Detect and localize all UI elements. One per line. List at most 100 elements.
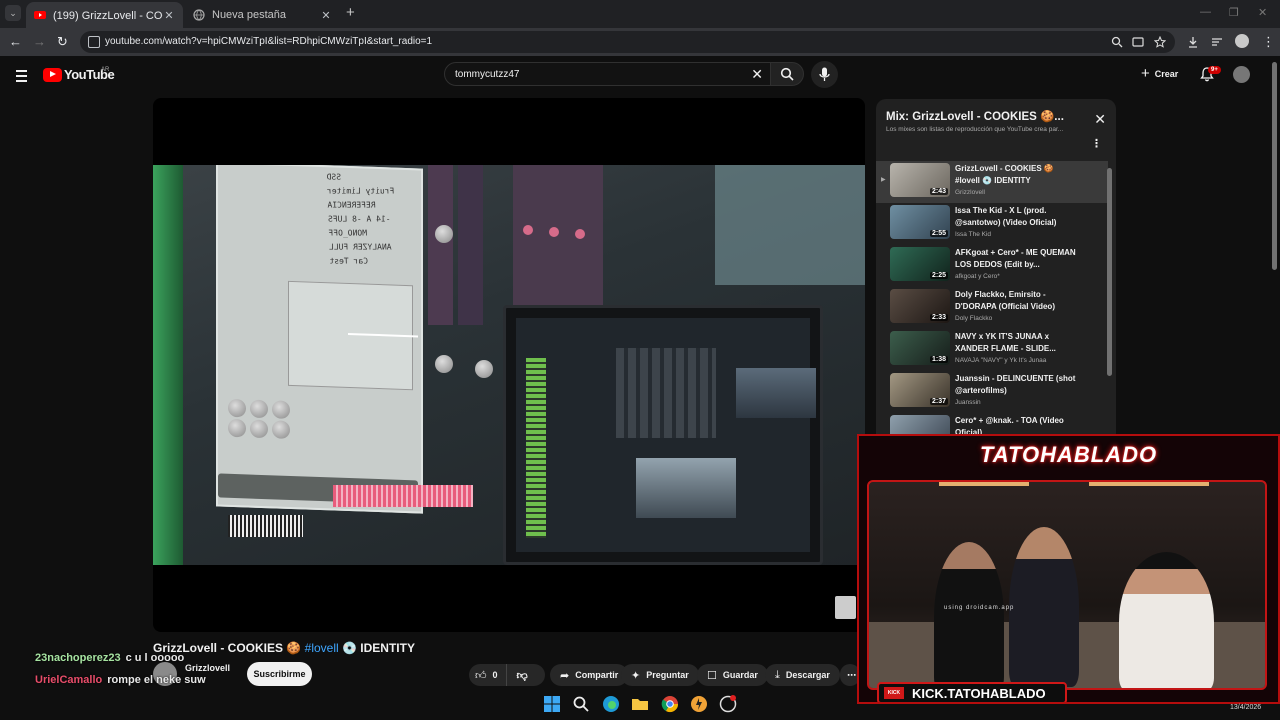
create-label: Crear — [1154, 68, 1179, 79]
webcam-person — [934, 542, 1004, 688]
save-button[interactable]: ☐ Guardar — [697, 664, 768, 686]
video-scene-text: SSD Fruity Limiter REFERENCIA -14 A -8 L… — [326, 172, 395, 266]
more-icon: ⋯ — [847, 669, 856, 680]
video-scene-detail: SSD Fruity Limiter REFERENCIA -14 A -8 L… — [216, 165, 423, 514]
search-icon[interactable] — [572, 695, 590, 713]
close-tab-icon[interactable]: ✕ — [320, 9, 332, 22]
profile-avatar-icon[interactable] — [1235, 34, 1249, 48]
playlist-menu-icon[interactable]: ⋮ — [1091, 139, 1102, 150]
video-duration: 2:55 — [929, 230, 948, 237]
notification-count-badge: 9+ — [1208, 66, 1221, 74]
video-scene-detail — [153, 165, 183, 565]
close-playlist-icon[interactable]: ✕ — [1094, 111, 1106, 128]
search-button[interactable] — [770, 62, 804, 86]
minimize-icon[interactable]: — — [1200, 6, 1211, 18]
search-input[interactable]: tommycutzz47 ✕ — [444, 62, 771, 86]
webcam-person — [1119, 552, 1214, 688]
reading-list-icon[interactable] — [1211, 36, 1223, 48]
tab-strip: ⌄ (199) GrizzLovell - COOKIES 🍪 ✕ Nueva … — [0, 0, 1280, 28]
tab-title: Nueva pestaña — [212, 9, 286, 21]
video-scene-detail — [475, 360, 493, 378]
edge-browser-icon[interactable] — [602, 695, 620, 713]
account-avatar[interactable] — [1233, 66, 1250, 83]
hashtag-link[interactable]: #lovell — [305, 641, 339, 655]
obs-icon[interactable] — [719, 695, 737, 713]
like-button[interactable]: 👍︎ 0 — [469, 664, 507, 686]
new-tab-button[interactable]: + — [346, 5, 355, 20]
video-duration: 2:33 — [929, 314, 948, 321]
playlist-item-title: AFKgoat + Cero* - ME QUEMAN LOS DEDOS (E… — [955, 248, 1076, 269]
video-frame: SSD Fruity Limiter REFERENCIA -14 A -8 L… — [153, 165, 865, 565]
zoom-icon[interactable] — [1111, 36, 1123, 48]
video-corner-thumbnail — [835, 596, 856, 619]
video-duration: 2:25 — [929, 272, 948, 279]
plus-icon: + — [1141, 65, 1150, 82]
restore-icon[interactable]: ❐ — [1229, 6, 1239, 19]
file-explorer-icon[interactable] — [631, 695, 649, 713]
playlist-item-title: Juanssin - DELINCUENTE (shot @arterofilm… — [955, 374, 1076, 395]
playlist-item[interactable]: 1:38 NAVY x YK IT'S JUNAA x XANDER FLAME… — [876, 329, 1108, 371]
video-scene-detail — [458, 165, 483, 325]
channel-name[interactable]: Grizzlovell — [185, 663, 230, 673]
share-label: Compartir — [575, 670, 619, 680]
tab-search-icon[interactable]: ⌄ — [5, 5, 21, 21]
webcam-feed: using droidcam.app — [867, 480, 1267, 690]
download-button[interactable]: ⤓ Descargar — [765, 664, 840, 686]
address-bar[interactable]: youtube.com/watch?v=hpiCMWziTpI&list=RDh… — [80, 31, 1175, 53]
app-icon[interactable] — [690, 695, 708, 713]
download-icon: ⤓ — [775, 668, 780, 681]
clear-search-icon[interactable]: ✕ — [751, 66, 763, 83]
share-button[interactable]: ➦ Compartir — [550, 664, 629, 686]
mix-playlist-panel: Mix: GrizzLovell - COOKIES 🍪... Los mixe… — [876, 99, 1116, 439]
playlist-scrollbar[interactable] — [1107, 168, 1112, 376]
microphone-icon — [819, 67, 830, 81]
playlist-item[interactable]: 2:37 Juanssin - DELINCUENTE (shot @arter… — [876, 371, 1108, 413]
dislike-button[interactable]: 👎︎ — [507, 669, 538, 682]
guide-menu-icon[interactable] — [16, 70, 27, 85]
globe-icon — [193, 9, 205, 21]
ask-button[interactable]: ✦ Preguntar — [621, 664, 699, 686]
country-code: AR — [101, 67, 110, 73]
playlist-subtitle: Los mixes son listas de reproducción que… — [886, 126, 1064, 133]
video-scene-detail — [513, 165, 603, 325]
forward-icon[interactable]: → — [33, 34, 46, 50]
browser-menu-icon[interactable]: ⋮ — [1262, 34, 1275, 50]
download-icon[interactable] — [1187, 36, 1199, 48]
now-playing-icon: ▶ — [881, 177, 886, 183]
video-player[interactable]: SSD Fruity Limiter REFERENCIA -14 A -8 L… — [153, 98, 865, 632]
video-thumbnail: 2:55 — [890, 205, 950, 239]
create-button[interactable]: + Crear — [1141, 65, 1178, 82]
video-scene-detail — [428, 165, 453, 325]
video-thumbnail: 2:43 — [890, 163, 950, 197]
like-count: 0 — [492, 670, 498, 680]
site-info-icon[interactable] — [88, 36, 100, 48]
tab-new-tab[interactable]: Nueva pestaña ✕ — [185, 2, 340, 28]
video-title-text: 💿 IDENTITY — [338, 641, 415, 655]
bookmark-icon: ☐ — [707, 669, 717, 682]
page-scrollbar[interactable] — [1272, 62, 1277, 270]
close-tab-icon[interactable]: ✕ — [163, 9, 175, 22]
tab-youtube[interactable]: (199) GrizzLovell - COOKIES 🍪 ✕ — [26, 2, 183, 28]
ask-label: Preguntar — [646, 670, 689, 680]
chrome-icon[interactable] — [661, 695, 679, 713]
playlist-item[interactable]: 2:33 Doly Flackko, Emirsito - D'DORAPA (… — [876, 287, 1108, 329]
video-duration: 1:38 — [929, 356, 948, 363]
bookmark-star-icon[interactable] — [1154, 36, 1166, 48]
reload-icon[interactable]: ↻ — [57, 34, 68, 50]
video-thumbnail: 2:25 — [890, 247, 950, 281]
playlist-item[interactable]: 2:55 Issa The Kid - X L (prod. @santotwo… — [876, 203, 1108, 245]
taskbar-date: 13/4/2026 — [1230, 704, 1262, 711]
back-icon[interactable]: ← — [9, 34, 22, 50]
windows-start-icon[interactable] — [543, 695, 561, 713]
webcam-person — [1009, 527, 1079, 687]
close-window-icon[interactable]: ✕ — [1258, 6, 1267, 19]
streamer-name-banner: TATOHABLADO — [979, 442, 1158, 467]
playlist-item-title: Doly Flackko, Emirsito - D'DORAPA (Offic… — [955, 290, 1055, 311]
video-scene-detail — [333, 485, 473, 507]
playlist-item[interactable]: ▶ 2:43 GrizzLovell - COOKIES 🍪 #lovell 💿… — [876, 161, 1108, 203]
subscribe-button[interactable]: Suscribirme — [247, 662, 312, 686]
cast-icon[interactable] — [1132, 36, 1144, 48]
download-label: Descargar — [785, 670, 830, 680]
playlist-item[interactable]: 2:25 AFKgoat + Cero* - ME QUEMAN LOS DED… — [876, 245, 1108, 287]
voice-search-button[interactable] — [811, 61, 838, 88]
